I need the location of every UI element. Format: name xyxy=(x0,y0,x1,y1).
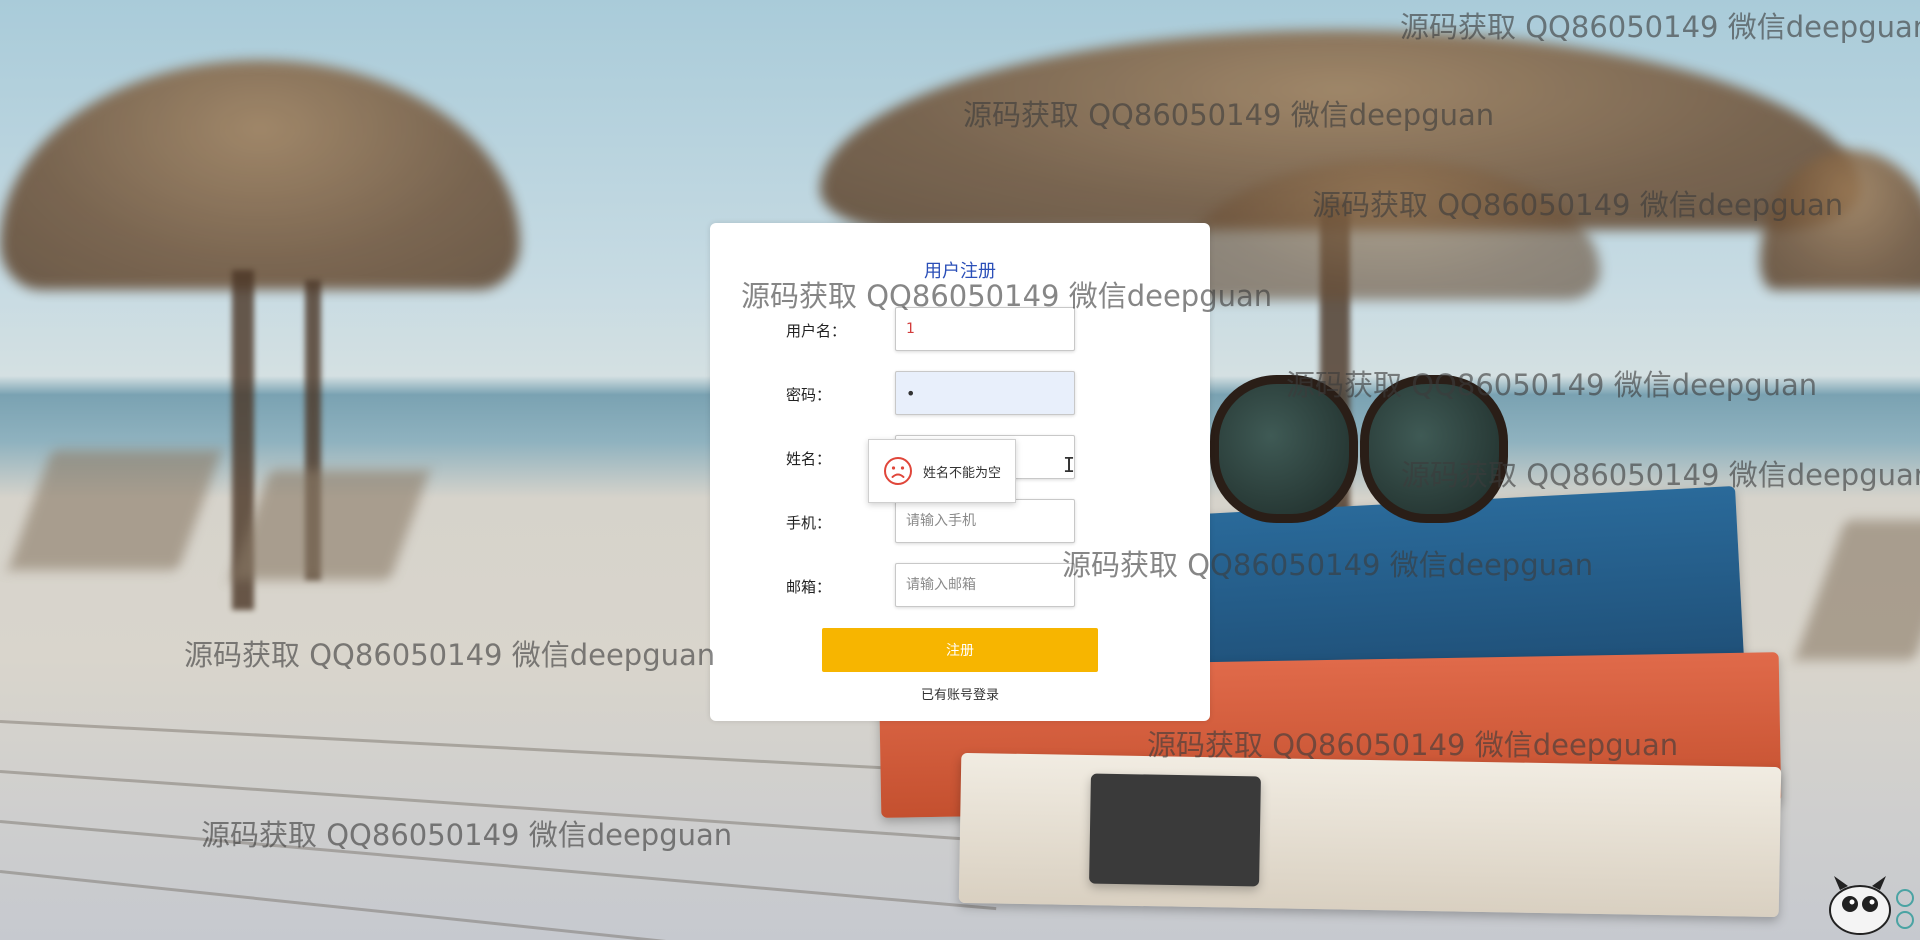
sad-face-icon xyxy=(884,457,912,485)
validation-tooltip: 姓名不能为空 xyxy=(868,439,1016,503)
mascot-icon xyxy=(1829,876,1914,935)
login-link[interactable]: 已有账号登录 xyxy=(710,684,1210,703)
password-input[interactable] xyxy=(895,371,1075,415)
username-input[interactable] xyxy=(895,307,1075,351)
phone-label: 手机： xyxy=(786,514,832,532)
email-input[interactable] xyxy=(895,563,1075,607)
sunglasses-decoration xyxy=(1210,355,1510,525)
username-label: 用户名： xyxy=(786,322,847,340)
email-label: 邮箱： xyxy=(786,578,832,596)
name-label: 姓名： xyxy=(786,450,832,468)
page-title: 用户注册 xyxy=(924,261,996,282)
register-card: 用户注册 用户名： 密码： 姓名： 手机： 邮箱： 姓名不能为空 注册 已有账号… xyxy=(710,223,1210,721)
password-label: 密码： xyxy=(786,386,832,404)
tooltip-message: 姓名不能为空 xyxy=(923,465,1002,481)
phone-input[interactable] xyxy=(895,499,1075,543)
text-cursor-icon: I xyxy=(1063,453,1076,477)
register-button[interactable]: 注册 xyxy=(822,628,1098,672)
